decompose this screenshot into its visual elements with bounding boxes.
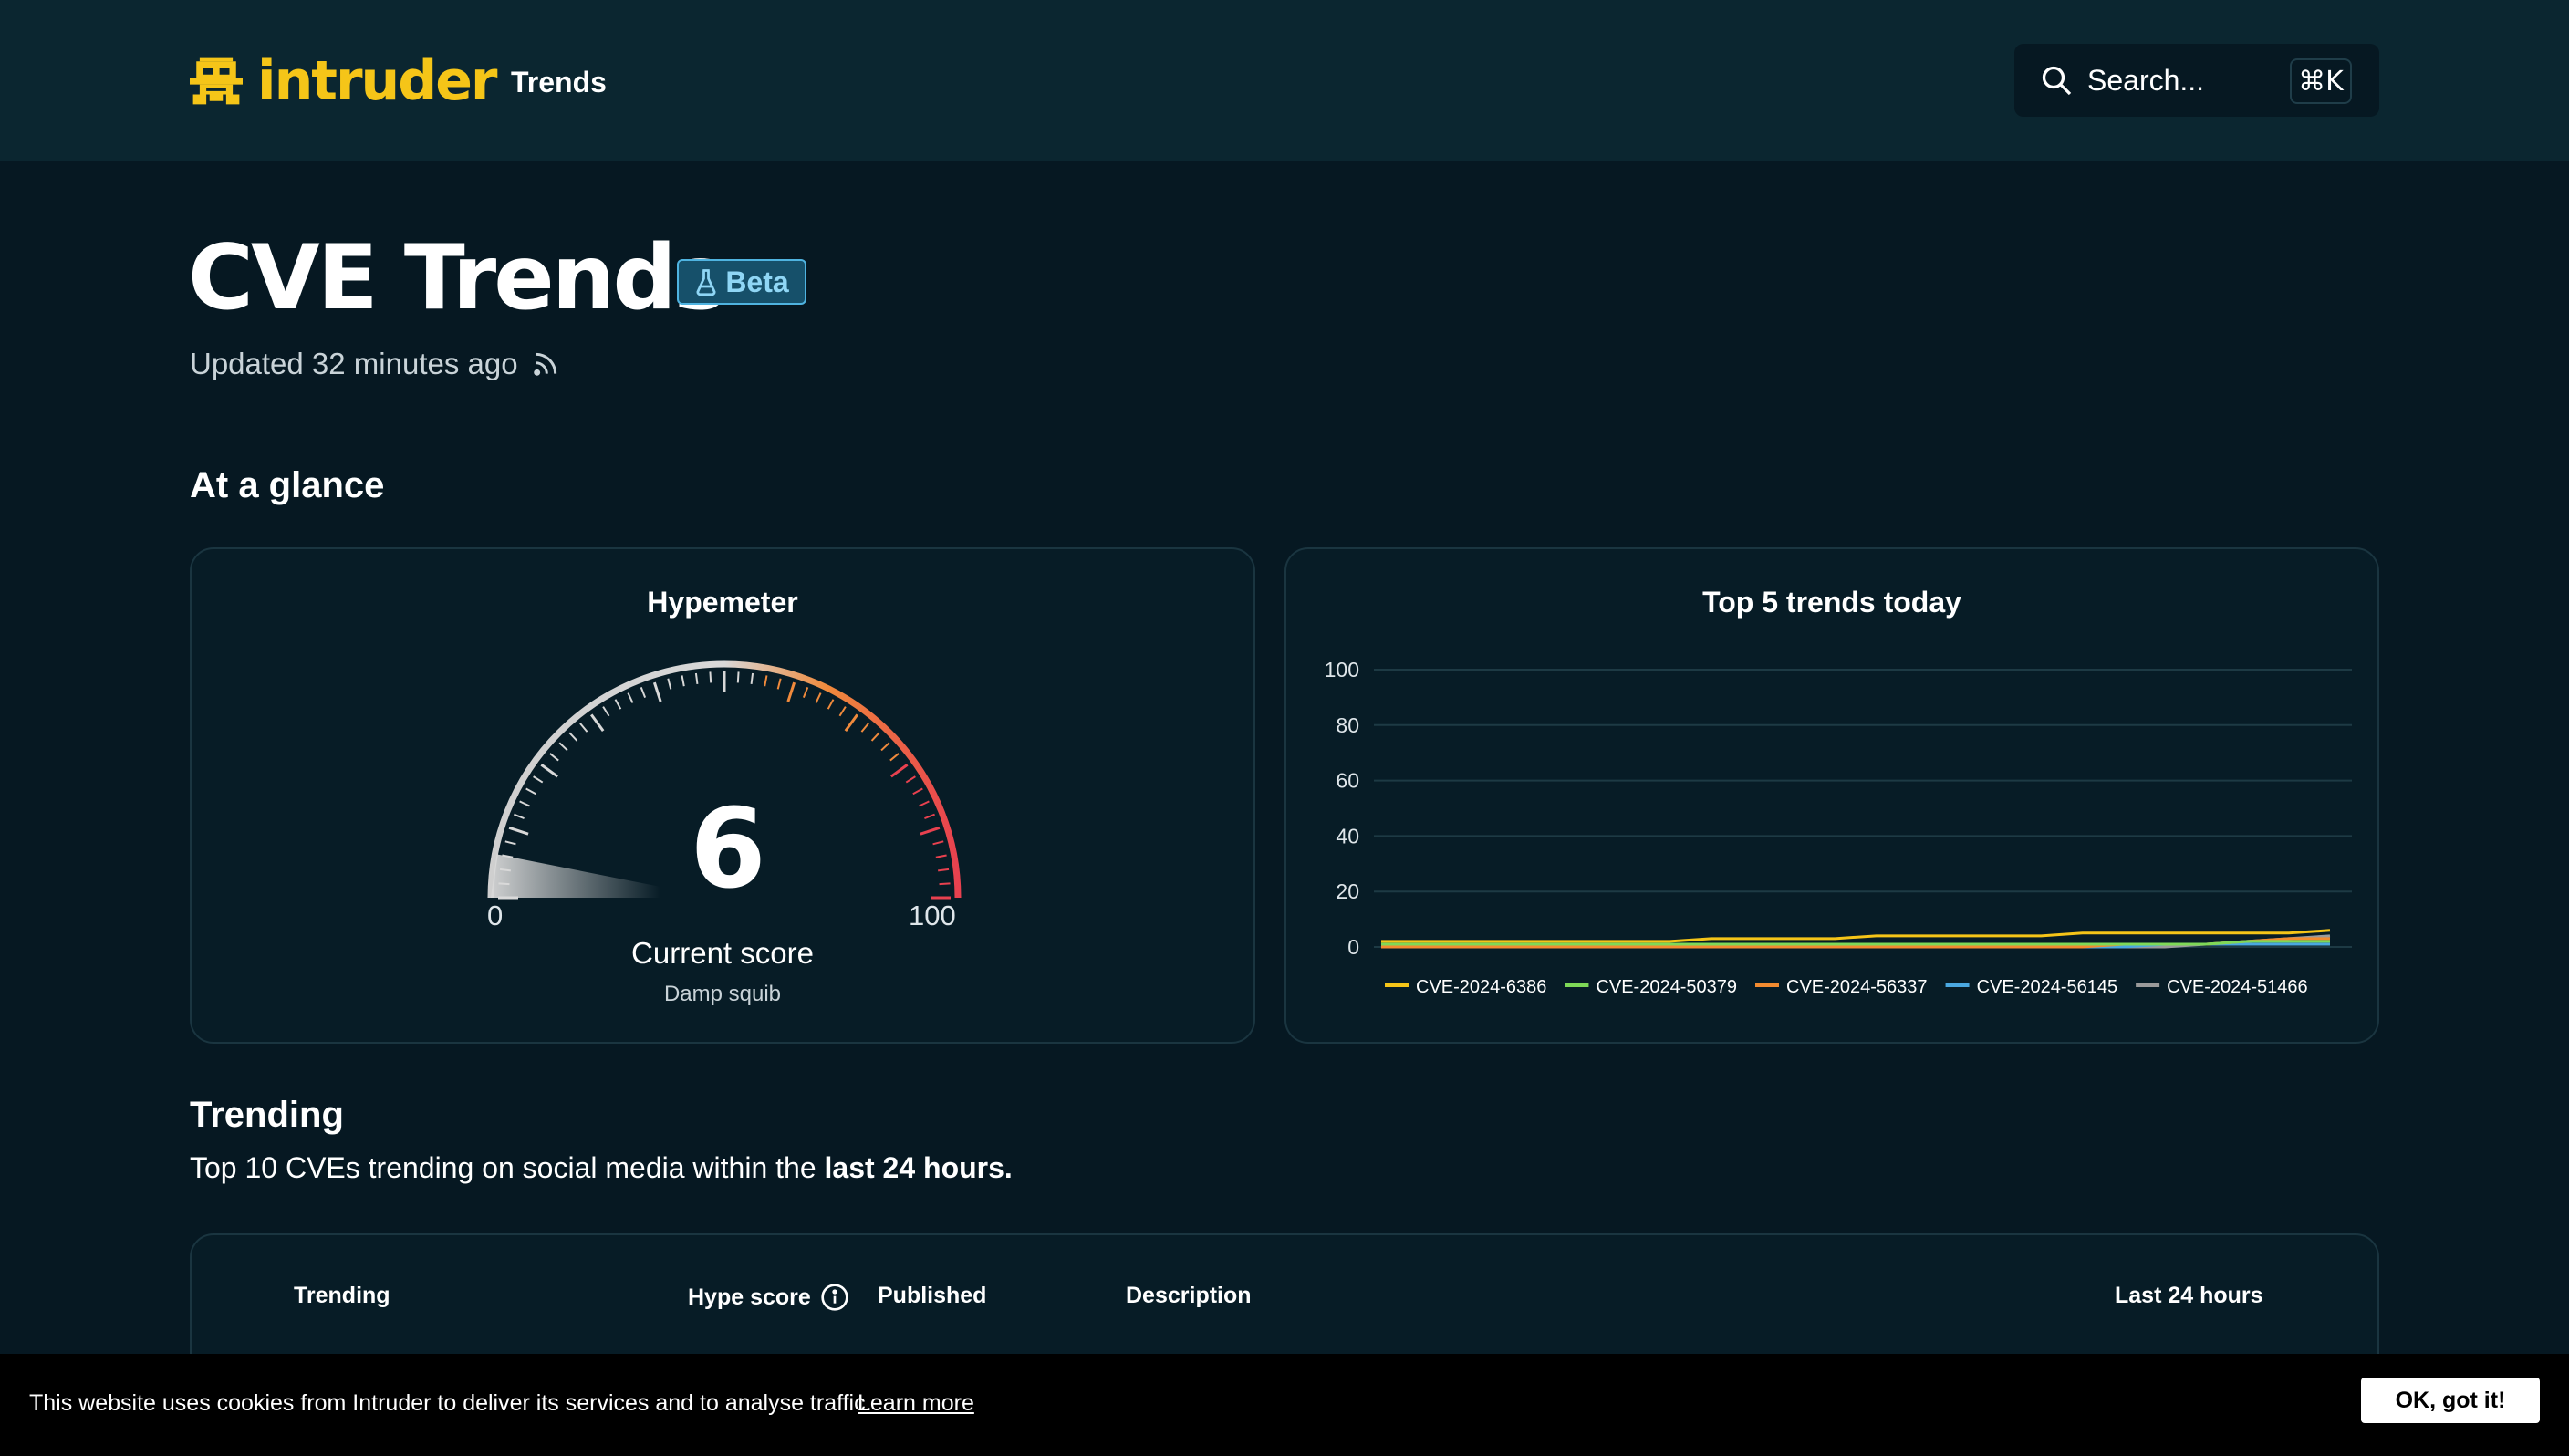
gauge-tick (815, 692, 822, 703)
gauge-tick (776, 678, 782, 690)
column-header-trending[interactable]: Trending (294, 1283, 390, 1309)
flask-icon (696, 269, 716, 296)
gauge-tick (905, 775, 916, 784)
gauge-tick (838, 706, 847, 717)
top5-trends-chart: 0 20 40 60 80 100 CVE-2024-6386 CVE-2024-50379 C… (1325, 658, 2352, 997)
legend-label: CVE-2024-6386 (1416, 977, 1546, 997)
column-header-last-24-hours[interactable]: Last 24 hours (2115, 1283, 2263, 1309)
intruder-logo[interactable]: intruder (190, 49, 497, 113)
y-tick-label: 60 (1336, 769, 1359, 793)
gauge-tick (802, 687, 809, 698)
gauge-tick (870, 732, 880, 742)
info-icon[interactable] (820, 1283, 849, 1312)
at-a-glance-heading: At a glance (190, 465, 385, 505)
gauge-tick (640, 687, 647, 698)
top-navigation-bar: intruder Trends Search... ⌘K (0, 0, 2569, 161)
gauge-tick (709, 671, 712, 683)
search-icon (2042, 66, 2072, 96)
trending-description-text: Top 10 CVEs trending on social media wit… (190, 1151, 825, 1184)
column-header-description[interactable]: Description (1126, 1283, 1252, 1309)
hypemeter-card: Hypemeter 6 0 100 Current score Damp squ… (190, 547, 1255, 1044)
y-tick-label: 40 (1336, 824, 1359, 848)
legend-item[interactable]: CVE-2024-51466 (2136, 977, 2308, 997)
gauge-tick (694, 672, 699, 684)
gauge-tick (736, 671, 740, 683)
current-score-label: Current score (631, 936, 814, 970)
gauge-tick (602, 706, 610, 717)
score-rating-text: Damp squib (663, 982, 782, 1006)
gauge-tick (533, 775, 544, 784)
y-tick-label: 80 (1336, 713, 1359, 737)
hype-score-value: 6 (690, 786, 766, 913)
top5-trends-card: Top 5 trends today 0 20 40 60 80 100 CVE-2024-… (1284, 547, 2379, 1044)
y-tick-label: 20 (1336, 879, 1359, 903)
legend-label: CVE-2024-51466 (2167, 977, 2308, 997)
legend-item[interactable]: CVE-2024-56145 (1945, 977, 2118, 997)
beta-badge: Beta (677, 259, 806, 305)
trending-description-bold: last 24 hours. (824, 1151, 1013, 1184)
column-header-published[interactable]: Published (878, 1283, 986, 1309)
rss-icon[interactable] (531, 349, 560, 379)
gauge-tick (579, 723, 588, 733)
column-header-hype-score[interactable]: Hype score (688, 1283, 849, 1312)
legend-label: CVE-2024-56145 (1977, 977, 2118, 997)
gauge-tick (860, 723, 869, 733)
trending-heading: Trending (190, 1095, 344, 1135)
nav-link-trends[interactable]: Trends (511, 66, 607, 99)
intruder-mascot-icon (190, 57, 243, 105)
cookie-banner: This website uses cookies from Intruder … (0, 1354, 2569, 1456)
legend-item[interactable]: CVE-2024-6386 (1385, 977, 1546, 997)
cookie-message: This website uses cookies from Intruder … (29, 1390, 872, 1416)
gauge-tick (786, 681, 796, 702)
updated-status: Updated 32 minutes ago (190, 347, 560, 381)
cookie-accept-button[interactable]: OK, got it! (2361, 1378, 2540, 1423)
series-line (1381, 929, 2331, 943)
gauge-tick (681, 675, 685, 687)
gauge-max-label: 100 (909, 900, 956, 931)
legend-item[interactable]: CVE-2024-50379 (1565, 977, 1737, 997)
gauge-tick (912, 787, 923, 796)
gauge-tick (880, 742, 890, 752)
y-tick-label: 0 (1347, 935, 1359, 959)
updated-text: Updated 32 minutes ago (190, 347, 518, 380)
search-button[interactable]: Search... ⌘K (2014, 44, 2379, 117)
gauge-tick (549, 753, 559, 762)
logo-text: intruder (257, 49, 497, 113)
search-placeholder: Search... (2087, 64, 2205, 97)
gauge-tick (590, 713, 605, 733)
gauge-tick (558, 742, 568, 752)
gauge-tick (667, 678, 672, 690)
gauge-tick (750, 672, 754, 684)
gauge-tick (889, 764, 909, 778)
trending-description: Top 10 CVEs trending on social media wit… (190, 1151, 1013, 1185)
hype-score-header-label: Hype score (688, 1284, 811, 1310)
gauge-tick (764, 675, 768, 687)
legend-label: CVE-2024-56337 (1786, 977, 1928, 997)
page-title: CVE Trends (188, 226, 727, 330)
gauge-tick (540, 764, 559, 778)
gauge-tick (652, 681, 662, 702)
gauge-min-label: 0 (487, 900, 504, 931)
y-tick-label: 100 (1325, 658, 1359, 681)
beta-label: Beta (725, 265, 789, 298)
gauge-tick (614, 699, 622, 710)
gauge-tick (627, 692, 634, 703)
gauge-tick (889, 753, 900, 762)
gauge-tick (844, 713, 858, 733)
gauge-tick (568, 732, 578, 742)
search-shortcut-key: ⌘K (2290, 58, 2352, 104)
gauge-tick (525, 787, 536, 796)
legend-label: CVE-2024-50379 (1596, 977, 1737, 997)
legend-item[interactable]: CVE-2024-56337 (1755, 977, 1928, 997)
gauge-tick (827, 699, 835, 710)
cookie-learn-more-link[interactable]: Learn more (858, 1390, 974, 1417)
